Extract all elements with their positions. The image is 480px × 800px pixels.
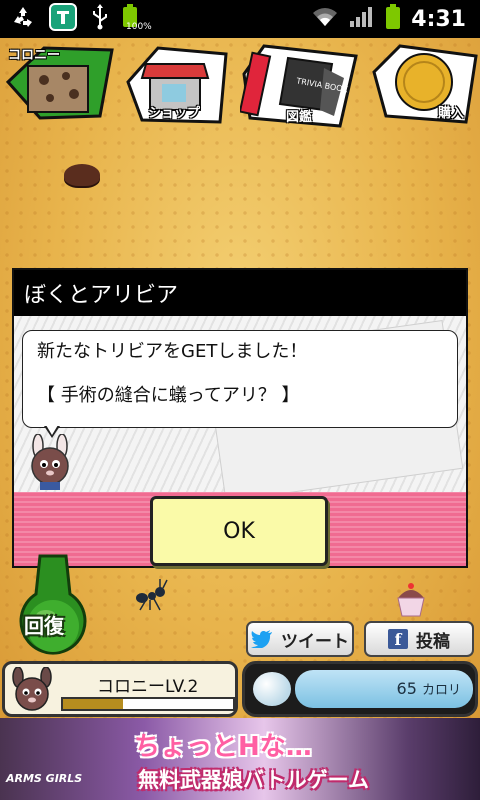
calorie-value: 65 カロリ: [396, 679, 461, 698]
ad-banner[interactable]: ちょっとHな… 無料武器娘バトルゲーム ARMS GIRLS: [0, 718, 480, 800]
menu-zukan-button[interactable]: TRIVIA BOOK 図鑑: [240, 42, 366, 134]
ad-logo: ARMS GIRLS: [6, 772, 83, 785]
battery-icon: [385, 4, 401, 34]
tweet-button[interactable]: ツイート: [246, 621, 354, 657]
menu-purchase-label: 購入: [438, 106, 465, 121]
post-label: 投稿: [416, 631, 450, 652]
menu-shop-button[interactable]: ショップ: [120, 42, 238, 134]
dialog-message-line1: 新たなトリビアをGETしました！: [37, 341, 308, 362]
ad-headline: ちょっとHな…: [134, 732, 312, 762]
menu-colony-label: コロニー: [8, 48, 61, 63]
clock-time: 4:31: [411, 6, 466, 32]
colony-level-progress-fill: [63, 699, 123, 709]
shield-t-icon: [48, 2, 78, 36]
menu-purchase-button[interactable]: 購入: [366, 42, 480, 134]
rabbit-face-icon: [12, 667, 52, 711]
rabbit-mascot-icon: [31, 434, 69, 490]
wifi-icon: [311, 6, 339, 32]
recycle-icon: [10, 4, 36, 34]
speech-bubble: 新たなトリビアをGETしました！ 【 手術の縫合に蟻ってアリ？ 】: [22, 330, 458, 428]
calorie-panel: 65 カロリ: [242, 661, 478, 717]
colony-level-text: コロニーLV.2: [97, 677, 199, 697]
ok-button[interactable]: OK: [150, 496, 328, 566]
cupcake-icon: [397, 583, 425, 617]
menu-colony-button[interactable]: コロニー: [0, 42, 118, 134]
facebook-post-button[interactable]: f 投稿: [364, 621, 474, 657]
trivia-dialog: ぼくとアリビア 新たなトリビアをGETしました！ 【 手術の縫合に蟻ってアリ？ …: [12, 268, 468, 568]
dialog-message-line2: 【 手術の縫合に蟻ってアリ？ 】: [37, 385, 300, 406]
status-bar: 100% 4:31: [0, 0, 480, 38]
calorie-bar: 65 カロリ: [295, 670, 473, 708]
usb-icon: [90, 4, 110, 34]
colony-level-panel: コロニーLV.2: [2, 661, 238, 717]
facebook-icon: f: [388, 629, 408, 649]
heal-label: 回復: [24, 614, 64, 638]
calorie-bubble-icon: [253, 672, 291, 706]
battery-percent-text: 100%: [126, 22, 152, 32]
twitter-bird-icon: [251, 630, 272, 648]
dialog-body: 新たなトリビアをGETしました！ 【 手術の縫合に蟻ってアリ？ 】: [14, 316, 466, 492]
dialog-title: ぼくとアリビア: [14, 270, 466, 316]
colony-level-progress: [61, 697, 235, 711]
ant-icon: [136, 579, 168, 611]
heal-button[interactable]: [10, 554, 96, 662]
menu-shop-label: ショップ: [148, 106, 201, 121]
ad-subline: 無料武器娘バトルゲーム: [138, 768, 369, 792]
tweet-label: ツイート: [281, 631, 349, 652]
anthill-mound[interactable]: [64, 164, 100, 186]
signal-icon: [349, 6, 375, 32]
menu-zukan-label: 図鑑: [286, 110, 313, 125]
